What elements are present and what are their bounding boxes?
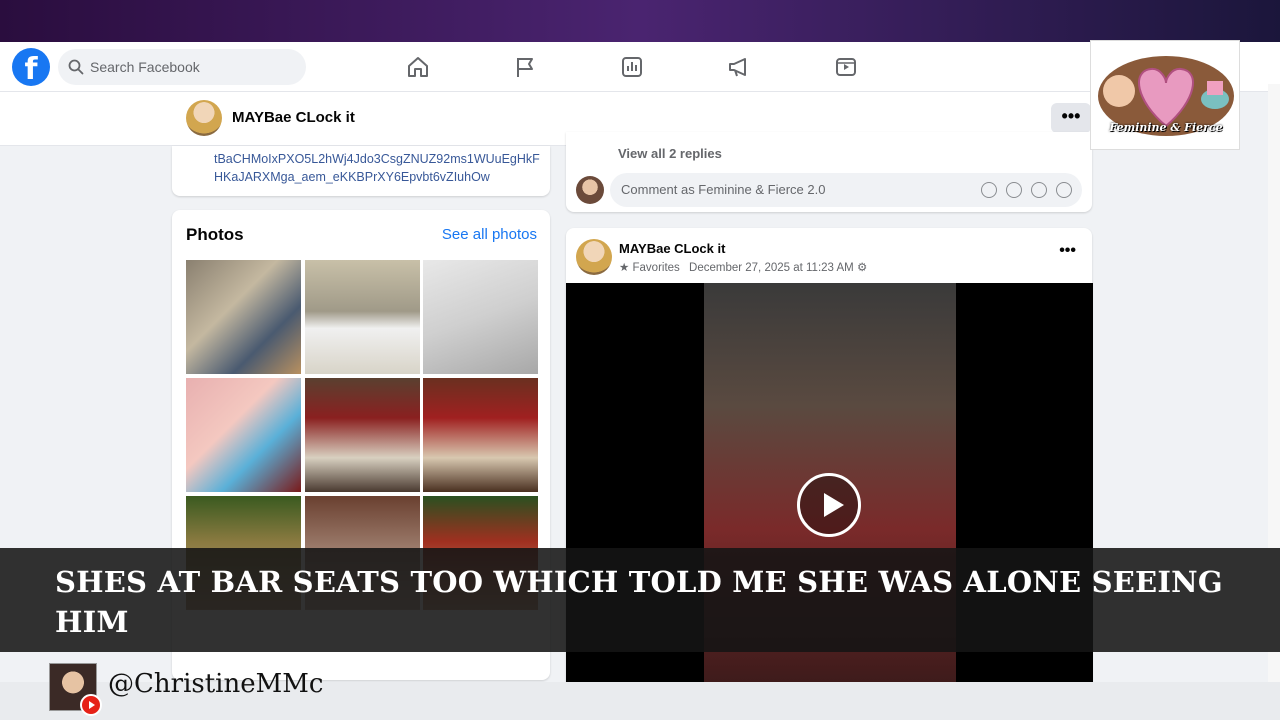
profile-name[interactable]: MAYBae CLock it [232,109,355,126]
video-icon[interactable] [833,54,859,80]
intro-card: tBaCHMoIxPXO5L2hWj4Jdo3CsgZNUZ92ms1WUuEg… [172,146,550,196]
brand-logo-text: Feminine & Fierce [1109,121,1223,134]
photo-thumbnail[interactable] [423,378,538,492]
sticker-icon[interactable] [1056,182,1072,198]
megaphone-icon[interactable] [726,54,752,80]
chart-icon[interactable] [619,54,645,80]
comment-input-placeholder: Comment as Feminine & Fierce 2.0 [621,182,826,197]
emoji-icon[interactable] [1006,182,1022,198]
more-options-button[interactable]: ••• [1051,103,1091,133]
post-meta: ★ Favorites December 27, 2025 at 11:23 A… [619,260,867,274]
intro-link[interactable]: tBaCHMoIxPXO5L2hWj4Jdo3CsgZNUZ92ms1WUuEg… [214,150,544,186]
see-all-photos-link[interactable]: See all photos [442,226,537,243]
flag-icon[interactable] [512,54,538,80]
post-more-button[interactable]: ••• [1059,242,1076,260]
avatar [576,176,604,204]
caption-text: SHES AT BAR SEATS TOO WHICH TOLD ME SHE … [55,565,1223,639]
photo-thumbnail[interactable] [186,378,301,492]
search-input[interactable] [90,59,290,75]
brand-logo: Feminine & Fierce [1090,40,1240,150]
photo-thumbnail[interactable] [423,260,538,374]
photo-thumbnail[interactable] [305,260,420,374]
home-icon[interactable] [405,54,431,80]
photos-title: Photos [186,225,244,244]
avatar[interactable] [576,239,612,275]
youtube-icon [80,694,102,716]
play-icon[interactable] [797,473,861,537]
view-replies-link[interactable]: View all 2 replies [618,146,722,161]
comment-section: View all 2 replies Comment as Feminine &… [566,132,1092,212]
search-icon [68,59,84,75]
photo-thumbnail[interactable] [186,260,301,374]
comment-input[interactable]: Comment as Feminine & Fierce 2.0 [610,173,1082,207]
post-timestamp[interactable]: December 27, 2025 at 11:23 AM [689,262,854,274]
comment-tools [981,182,1072,198]
avatar-sticker-icon[interactable] [981,182,997,198]
star-icon: ★ [619,262,630,274]
photo-thumbnail[interactable] [305,378,420,492]
window-top-strip [0,0,1280,42]
post-audience: Favorites [632,262,680,274]
avatar[interactable] [186,100,222,136]
settings-icon: ⚙ [856,262,868,274]
search-bar[interactable] [58,49,306,85]
channel-handle: @ChristineMMc [108,669,324,699]
facebook-logo-icon[interactable]: f [12,48,50,86]
gif-icon[interactable] [1031,182,1047,198]
top-navbar: f [0,42,1280,92]
caption-banner: SHES AT BAR SEATS TOO WHICH TOLD ME SHE … [0,548,1280,652]
post-author[interactable]: MAYBae CLock it [619,241,725,256]
